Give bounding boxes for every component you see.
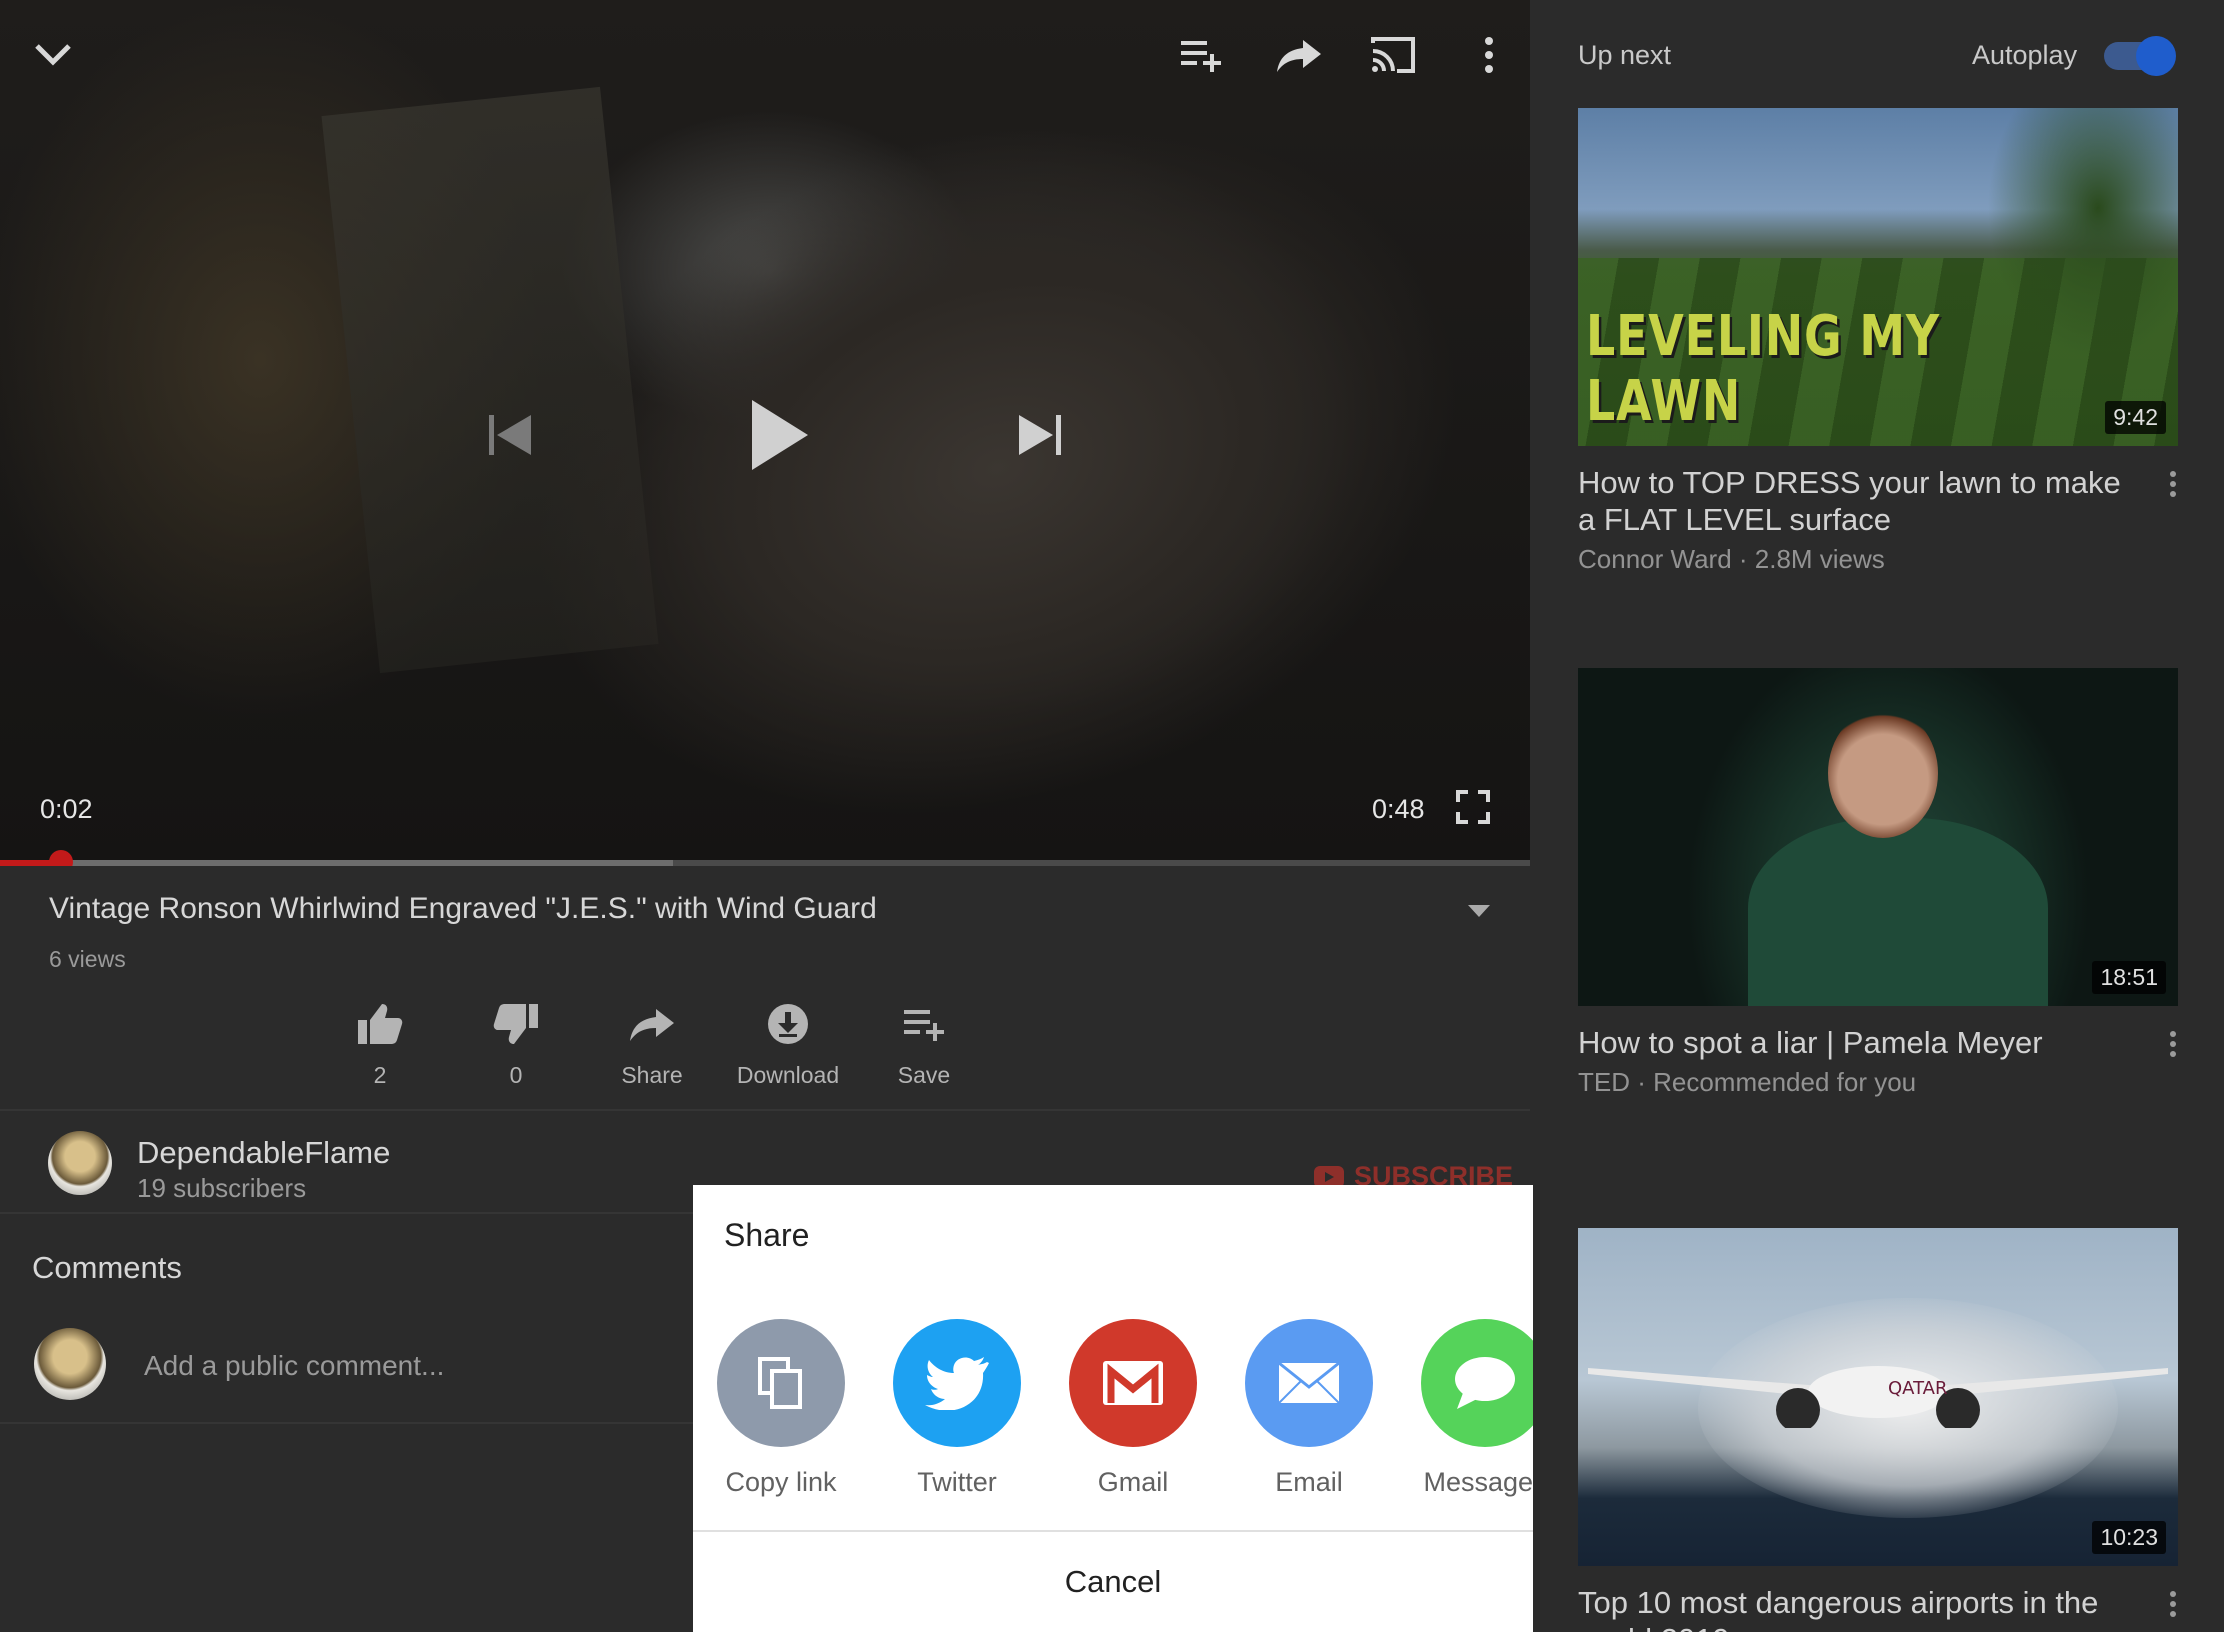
scrubber-handle[interactable] [49,850,74,866]
copy-icon [717,1319,845,1447]
share-gmail[interactable]: Gmail [1045,1319,1221,1498]
speaker-body [1748,818,2048,1006]
video-duration: 18:51 [2092,961,2166,994]
comments-heading: Comments [32,1250,182,1285]
share-email[interactable]: Email [1221,1319,1397,1498]
share-target-label: Email [1275,1467,1343,1497]
video-title: Vintage Ronson Whirlwind Engraved "J.E.S… [49,892,877,925]
app-root: 0:02 0:48 Vintage Ronson Whirlwind Engra… [0,0,2224,1632]
thumbs-down-icon [492,1002,540,1051]
playback-controls [460,380,1100,490]
up-next-video-3[interactable]: QATAR 10:23 Top 10 most dangerous airpor… [1578,1228,2178,1632]
share-target-label: Copy link [725,1467,837,1497]
up-next-heading: Up next [1578,40,1672,70]
thumbs-up-icon [356,1002,404,1051]
video-actions: 2 0 Share Download Save [300,996,1200,1096]
video-menu-icon[interactable] [2168,1030,2178,1063]
livery-text: QATAR [1888,1378,1948,1399]
share-icon [628,1005,676,1048]
view-count: 6 views [49,946,126,972]
previous-icon[interactable] [470,380,550,490]
share-target-label: Messages [1423,1467,1533,1497]
share-target-label: Gmail [1097,1467,1169,1497]
fullscreen-icon[interactable] [1456,790,1490,829]
comment-input[interactable]: Add a public comment... [144,1350,444,1382]
autoplay-toggle[interactable] [2104,36,2176,76]
player-top-bar [0,0,1530,120]
video-player[interactable]: 0:02 0:48 [0,0,1530,866]
share-arrow-icon[interactable] [1274,30,1324,80]
channel-avatar[interactable] [48,1131,112,1195]
up-next-sidebar: Up next Autoplay LEVELING MY LAWN 9:42 H… [1530,0,2224,1632]
user-avatar [34,1328,106,1400]
play-icon[interactable] [730,380,830,490]
up-next-video-1[interactable]: LEVELING MY LAWN 9:42 How to TOP DRESS y… [1578,108,2178,575]
save-label: Save [897,1062,951,1088]
more-options-icon[interactable] [1464,30,1514,80]
video-title[interactable]: How to TOP DRESS your lawn to make a FLA… [1578,464,2178,538]
share-messages[interactable]: Messages [1397,1319,1533,1498]
cancel-button[interactable]: Cancel [693,1532,1533,1632]
playlist-add-icon [902,1006,946,1047]
video-menu-icon[interactable] [2168,1590,2178,1623]
share-sheet-title: Share [724,1217,810,1253]
video-thumbnail[interactable]: QATAR 10:23 [1578,1228,2178,1566]
video-thumbnail[interactable]: LEVELING MY LAWN 9:42 [1578,108,2178,446]
share-sheet: Share Copy link Twitter Gmail Email Mess… [693,1185,1533,1632]
save-button[interactable]: Save [844,996,1004,1089]
video-duration: 9:42 [2105,401,2166,434]
expand-description-icon[interactable] [1468,904,1490,922]
video-menu-icon[interactable] [2168,470,2178,503]
download-icon [767,1003,809,1050]
add-to-queue-icon[interactable] [1176,30,1226,80]
email-icon [1245,1319,1373,1447]
thumbnail-text: LEVELING MY LAWN [1586,304,1940,434]
subscriber-count: 19 subscribers [137,1173,307,1203]
autoplay-label: Autoplay [1972,40,2078,70]
share-twitter[interactable]: Twitter [869,1319,1045,1498]
duration: 0:48 [1372,794,1425,824]
video-meta: TED · Recommended for you [1578,1067,1917,1097]
video-meta: Connor Ward · 2.8M views [1578,544,1885,574]
cast-icon[interactable] [1368,30,1418,80]
share-targets: Copy link Twitter Gmail Email Message [693,1319,1533,1509]
share-copy-link[interactable]: Copy link [693,1319,869,1498]
toggle-knob [2136,36,2176,76]
current-time: 0:02 [40,794,93,824]
video-duration: 10:23 [2092,1521,2166,1554]
airplane-shape: QATAR [1588,1366,2168,1428]
video-title[interactable]: Top 10 most dangerous airports in the wo… [1578,1584,2178,1632]
video-title[interactable]: How to spot a liar | Pamela Meyer [1578,1024,2178,1061]
up-next-video-2[interactable]: 18:51 How to spot a liar | Pamela Meyer … [1578,668,2178,1098]
next-icon[interactable] [1000,380,1080,490]
share-target-label: Twitter [917,1467,997,1497]
speaker-face [1828,708,1938,838]
minimize-chevron-icon[interactable] [28,30,78,80]
channel-name[interactable]: DependableFlame [137,1135,390,1171]
message-icon [1421,1319,1533,1447]
gmail-icon [1069,1319,1197,1447]
twitter-icon [893,1319,1021,1447]
video-thumbnail[interactable]: 18:51 [1578,668,2178,1006]
